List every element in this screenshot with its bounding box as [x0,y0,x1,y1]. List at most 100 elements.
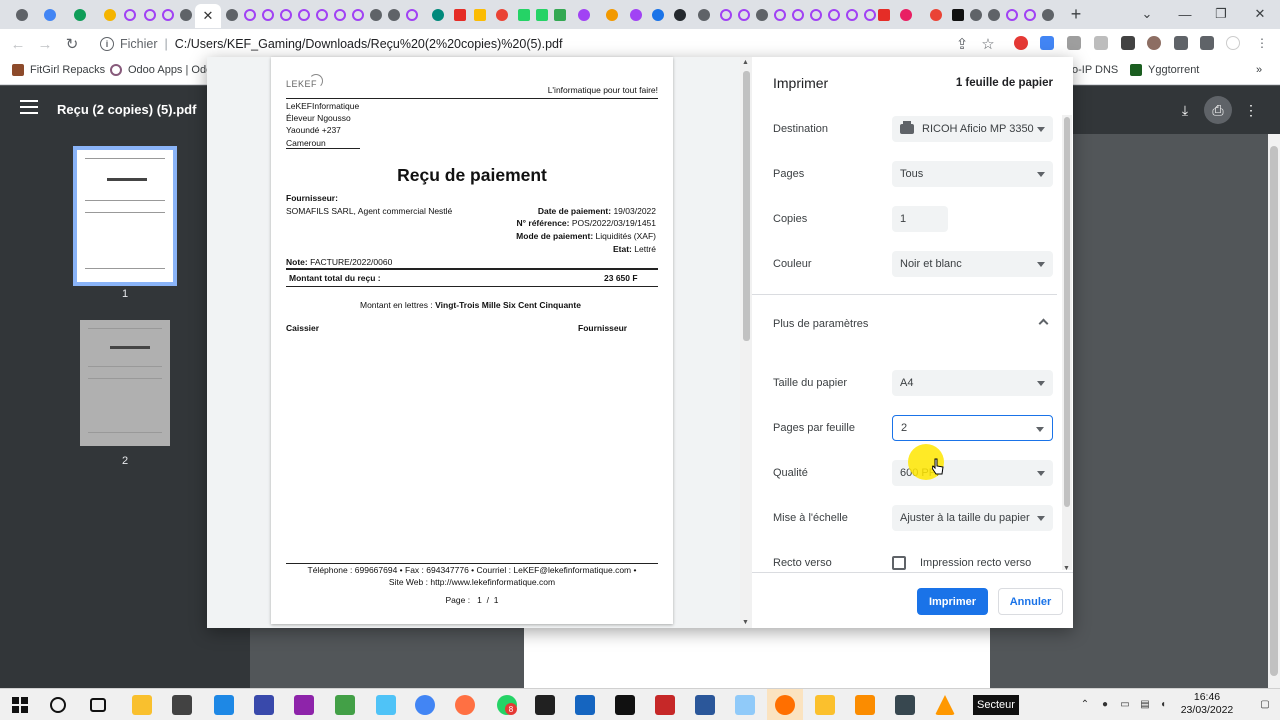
bookmark-item[interactable]: o-IP DNS [1072,64,1118,76]
tab-8[interactable] [176,5,196,25]
bookmark-item[interactable]: Odoo Apps | Odo [110,64,212,76]
file-explorer-icon[interactable] [132,695,152,715]
scroll-down-icon[interactable]: ▼ [1063,565,1070,572]
copies-input[interactable]: 1 [892,206,948,232]
word-icon[interactable] [695,695,715,715]
more-settings-toggle[interactable]: Plus de paramètres [773,318,868,330]
chevron-up-icon[interactable] [1038,318,1049,329]
page-thumbnail-2[interactable] [80,320,170,446]
info-icon[interactable]: i [100,37,114,51]
tab-38[interactable] [806,5,826,25]
tab-27[interactable] [574,5,594,25]
minimize-button[interactable]: — [1170,4,1200,24]
more-menu-icon[interactable]: ⋮ [1255,36,1269,50]
tab-search-button[interactable]: ⌄ [1132,4,1162,24]
tab-10[interactable] [240,5,260,25]
pages-select[interactable]: Tous [892,161,1053,187]
tab-42[interactable] [874,5,894,25]
pages-per-sheet-select[interactable]: 2 [892,415,1053,441]
extension-icon[interactable] [1147,36,1161,50]
sidepanel-icon[interactable] [1200,36,1214,50]
tab-39[interactable] [824,5,844,25]
bookmark-item[interactable]: FitGirl Repacks [12,64,105,76]
pdf-scrollbar[interactable] [1268,134,1280,688]
app-icon[interactable] [815,695,835,715]
tab-3[interactable] [70,5,90,25]
duplex-checkbox[interactable] [892,556,906,570]
tab-2[interactable] [40,5,60,25]
tab-22[interactable] [470,5,490,25]
tab-7[interactable] [158,5,178,25]
extension-icon[interactable] [1067,36,1081,50]
scroll-down-icon[interactable]: ▼ [742,619,749,626]
notifications-icon[interactable]: ▢ [1258,697,1272,711]
tab-12[interactable] [276,5,296,25]
url-text[interactable]: C:/Users/KEF_Gaming/Downloads/Reçu%20(2%… [175,37,563,51]
tab-16[interactable] [348,5,368,25]
app-icon[interactable] [294,695,314,715]
cortana-icon[interactable] [50,697,66,713]
tab-32[interactable] [694,5,714,25]
tab-6[interactable] [140,5,160,25]
bookmark-star-button[interactable]: ☆ [978,34,998,54]
app-icon[interactable] [376,695,396,715]
tab-50[interactable] [1038,5,1058,25]
tab-14[interactable] [312,5,332,25]
page-thumbnail-1[interactable] [73,146,177,286]
task-view-icon[interactable] [90,698,106,712]
tab-9[interactable] [222,5,242,25]
maximize-button[interactable]: ❐ [1206,4,1236,24]
profile-avatar[interactable] [1226,36,1240,50]
app-icon[interactable] [535,695,555,715]
close-tab-icon[interactable]: ✕ [203,8,214,24]
tab-34[interactable] [734,5,754,25]
print-icon[interactable]: ⎙ [1204,96,1232,124]
app-icon[interactable] [895,695,915,715]
volume-extension-icon[interactable] [1121,36,1135,50]
bookmark-item[interactable]: Yggtorrent [1130,64,1199,76]
app-icon[interactable] [172,695,192,715]
settings-scrollbar[interactable]: ▼ [1062,115,1072,572]
tab-5[interactable] [120,5,140,25]
tab-active[interactable]: ✕ [195,4,221,28]
app-icon[interactable] [855,695,875,715]
tab-13[interactable] [294,5,314,25]
network-icon[interactable]: ▤ [1138,697,1152,711]
tab-11[interactable] [258,5,278,25]
preview-scrollbar[interactable]: ▲ ▼ [740,57,752,628]
tab-33[interactable] [716,5,736,25]
tab-19[interactable] [402,5,422,25]
scale-select[interactable]: Ajuster à la taille du papier [892,505,1053,531]
firefox-icon[interactable] [455,695,475,715]
more-vertical-icon[interactable]: ⋮ [1241,100,1261,120]
download-icon[interactable]: ⤓ [1175,100,1195,120]
tab-4[interactable] [100,5,120,25]
clock[interactable]: 16:46 23/03/2022 [1172,691,1242,717]
close-window-button[interactable]: ✕ [1245,4,1275,24]
puzzle-icon[interactable] [1174,36,1188,50]
reload-button[interactable]: ↻ [62,34,82,54]
print-button[interactable]: Imprimer [917,588,988,615]
forward-button[interactable]: → [35,34,55,54]
tab-45[interactable] [948,5,968,25]
tab-15[interactable] [330,5,350,25]
color-select[interactable]: Noir et blanc [892,251,1053,277]
translate-extension-icon[interactable] [1040,36,1054,50]
tab-23[interactable] [492,5,512,25]
terminal-icon[interactable] [615,695,635,715]
opera-extension-icon[interactable] [1014,36,1028,50]
bookmarks-overflow-button[interactable]: » [1256,64,1262,76]
scroll-up-icon[interactable]: ▲ [742,59,749,66]
volume-icon[interactable]: ◖ [1156,697,1170,711]
app-icon[interactable] [575,695,595,715]
destination-select[interactable]: RICOH Aficio MP 3350 [892,116,1053,142]
tab-40[interactable] [842,5,862,25]
menu-icon[interactable] [20,100,38,118]
app-icon[interactable] [254,695,274,715]
back-button[interactable]: ← [8,34,28,54]
extension-icon[interactable] [1094,36,1108,50]
tab-29[interactable] [626,5,646,25]
secteur-label[interactable]: Secteur [973,695,1019,715]
vlc-icon[interactable] [935,695,955,715]
tab-36[interactable] [770,5,790,25]
